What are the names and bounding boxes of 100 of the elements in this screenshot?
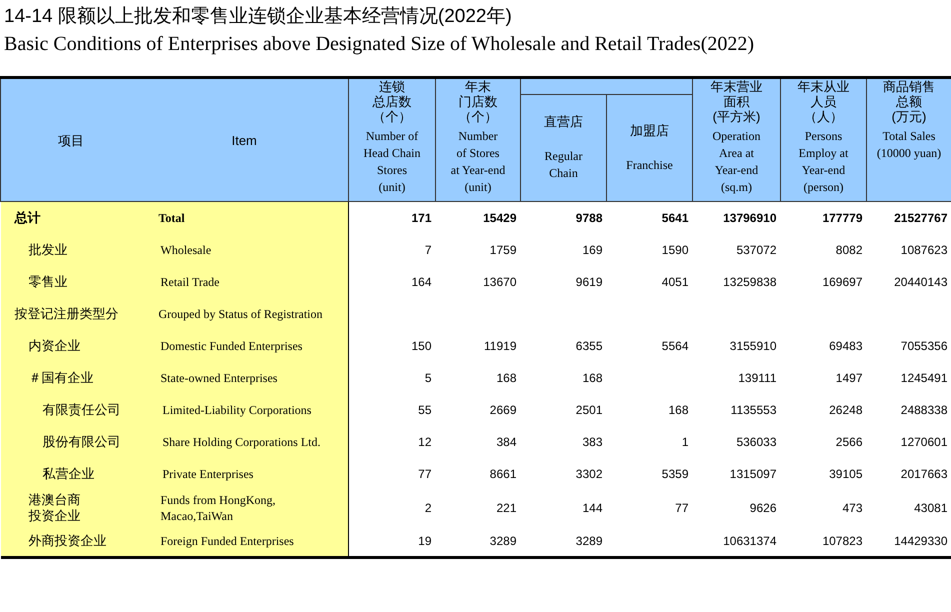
- table-cell: 12: [418, 434, 432, 448]
- table-cell: 39105: [829, 466, 862, 480]
- table-cell: 5564: [662, 338, 688, 352]
- row-label: 总计: [14, 210, 40, 226]
- row-label: 港澳台商: [28, 492, 80, 508]
- table-cell: 169697: [822, 274, 862, 288]
- table-cell: 11919: [484, 338, 516, 352]
- row-label: Wholesale: [160, 242, 212, 258]
- table-cell: 5: [424, 370, 432, 384]
- table-cell: 21527767: [894, 210, 948, 225]
- table-cell: 177779: [822, 210, 862, 225]
- table-cell: 1590: [662, 242, 688, 256]
- table-cell: 2017663: [900, 466, 948, 480]
- row-label: Foreign Funded Enterprises: [160, 532, 294, 549]
- column-header: 直营店: [544, 114, 583, 129]
- row-label: 外商投资企业: [28, 532, 106, 549]
- row-label: Limited-Liability Corporations: [162, 402, 312, 418]
- table-cell: 384: [496, 434, 516, 448]
- table-cell: 8082: [836, 242, 862, 256]
- table-title: 14-14 限额以上批发和零售业连锁企业基本经营情况(2022年): [3, 5, 512, 29]
- column-header: 门店数: [458, 94, 498, 109]
- table-cell: 43081: [914, 500, 948, 514]
- table-cell: 221: [496, 500, 516, 514]
- table-cell: 2488338: [900, 402, 948, 416]
- table-cell: 9626: [750, 500, 776, 514]
- column-header: 面积: [724, 94, 750, 109]
- row-label: 按登记注册类型分: [14, 306, 118, 322]
- column-header: 人员: [810, 94, 836, 109]
- row-label: Retail Trade: [160, 274, 220, 290]
- column-header: Number of Stores at Year-end (unit): [450, 128, 506, 196]
- table-title: Basic Conditions of Enterprises above Designated Size of Wholesale and Retail Trades(2022): [3, 32, 754, 57]
- row-label: Domestic Funded Enterprises: [160, 338, 302, 354]
- table-cell: 4051: [662, 274, 688, 288]
- column-header: Regular Chain: [544, 148, 582, 182]
- table-cell: 168: [582, 370, 602, 384]
- table-cell: 1087623: [900, 242, 948, 256]
- table-cell: 171: [411, 210, 432, 225]
- table-cell: 14429330: [894, 534, 948, 548]
- table-cell: 1315097: [730, 466, 776, 480]
- table-cell: 150: [411, 338, 432, 352]
- row-label: Share Holding Corporations Ltd.: [162, 434, 320, 450]
- table-cell: 164: [411, 274, 432, 288]
- row-label: 零售业: [28, 274, 68, 290]
- column-header: 连锁: [379, 79, 405, 94]
- table-cell: 7055356: [900, 338, 948, 352]
- column-header: 加盟店: [630, 122, 669, 138]
- row-label: ＃国有企业: [28, 370, 94, 386]
- table-cell: 5359: [662, 466, 688, 480]
- table-cell: 6355: [576, 338, 602, 352]
- column-header: 年末: [465, 79, 491, 94]
- table-cell: 2: [424, 500, 432, 514]
- row-label: Total: [158, 210, 185, 226]
- column-header: 总店数: [372, 94, 412, 109]
- table-cell: 537072: [736, 242, 776, 256]
- table-cell: 69483: [829, 338, 862, 352]
- table-cell: 15429: [483, 210, 516, 225]
- column-header: 年末营业: [710, 79, 762, 94]
- table-cell: 77: [675, 500, 688, 514]
- table-cell: 383: [582, 434, 602, 448]
- column-header: （个）: [458, 109, 498, 124]
- column-header: （个）: [372, 109, 412, 124]
- row-label: 内资企业: [28, 338, 80, 354]
- table-cell: 5641: [662, 210, 688, 225]
- table-cell: 55: [418, 402, 432, 416]
- row-label: Private Enterprises: [162, 466, 254, 482]
- table-cell: 9619: [576, 274, 602, 288]
- row-label: 股份有限公司: [42, 434, 120, 450]
- table-cell: 3289: [490, 534, 516, 548]
- column-header: Persons Employ at Year-end (person): [798, 128, 848, 196]
- column-header: 总额: [896, 94, 922, 109]
- table-cell: 169: [582, 242, 602, 256]
- column-header: 商品销售: [883, 79, 935, 94]
- column-header: (平方米): [712, 109, 760, 124]
- column-header: (万元): [892, 109, 926, 124]
- table-cell: 20440143: [894, 274, 948, 288]
- column-header: Franchise: [626, 156, 673, 174]
- table-cell: 2669: [490, 402, 516, 416]
- table-cell: 13670: [483, 274, 516, 288]
- column-header: Operation Area at Year-end (sq.m): [712, 128, 760, 196]
- table-cell: 144: [582, 500, 602, 514]
- row-label: Funds from HongKong, Macao,TaiWan: [160, 492, 276, 524]
- column-header: 项目: [58, 132, 84, 148]
- table-cell: 3155910: [730, 338, 776, 352]
- table-cell: 168: [668, 402, 688, 416]
- table-cell: 3289: [576, 534, 602, 548]
- table-cell: 536033: [736, 434, 776, 448]
- table-cell: 473: [842, 500, 862, 514]
- table-cell: 19: [418, 534, 432, 548]
- table-cell: 107823: [822, 534, 862, 548]
- table-cell: 2566: [836, 434, 862, 448]
- column-header: Item: [232, 132, 257, 148]
- table-cell: 1245491: [900, 370, 948, 384]
- table-cell: 1: [682, 434, 688, 448]
- table-cell: 10631374: [723, 534, 776, 548]
- table-cell: 2501: [576, 402, 602, 416]
- table-cell: 7: [424, 242, 432, 256]
- table-cell: 3302: [576, 466, 602, 480]
- table-cell: 1135553: [730, 402, 776, 416]
- column-header: （人）: [804, 109, 843, 124]
- row-label: 私营企业: [42, 466, 94, 482]
